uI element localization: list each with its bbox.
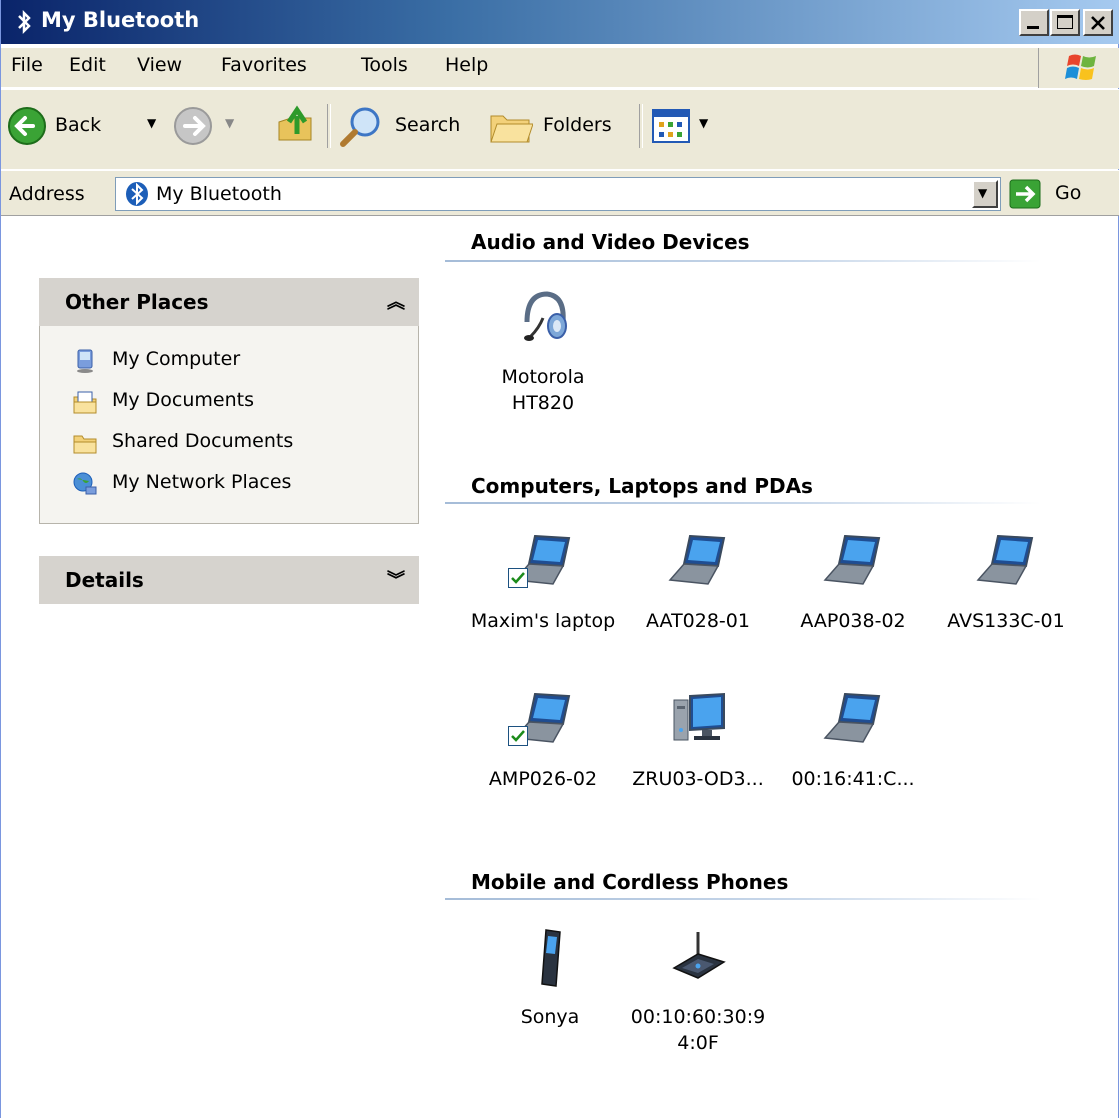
collapse-chevron-icon[interactable]: ︽ <box>387 288 405 314</box>
other-places-panel: My Computer My Documents Shared Document… <box>39 326 419 524</box>
place-label: My Documents <box>112 389 255 411</box>
windows-logo <box>1038 48 1119 88</box>
go-button[interactable]: Go <box>1007 177 1107 211</box>
laptop-icon <box>976 534 1034 585</box>
search-label: Search <box>395 114 461 136</box>
device-label-line: 00:10:60:30:9 <box>630 1006 766 1028</box>
computer-icon <box>77 349 93 373</box>
address-bar: Address My Bluetooth ▼ Go <box>1 170 1119 216</box>
other-places-title: Other Places <box>65 290 209 314</box>
toolbar-separator <box>327 104 331 148</box>
device-label: Sonya <box>520 1006 580 1028</box>
mobile-phone-icon <box>541 929 561 987</box>
go-arrow-icon <box>1009 179 1041 209</box>
headset-icon <box>524 291 567 341</box>
close-icon <box>1091 16 1105 30</box>
minimize-button[interactable] <box>1019 9 1049 36</box>
menu-edit[interactable]: Edit <box>69 54 106 76</box>
go-label: Go <box>1055 182 1082 204</box>
address-value: My Bluetooth <box>156 183 282 205</box>
maximize-button[interactable] <box>1050 9 1080 36</box>
device-label: Motorola HT820 <box>468 364 618 416</box>
close-button[interactable] <box>1083 9 1113 36</box>
views-button[interactable]: ▼ <box>651 104 723 148</box>
forward-dropdown-icon[interactable]: ▼ <box>225 116 234 130</box>
device-label: AAP038-02 <box>800 610 906 632</box>
device-label: AVS133C-01 <box>947 610 1065 632</box>
views-dropdown-icon[interactable]: ▼ <box>699 116 708 130</box>
access-point-icon <box>672 932 726 979</box>
device-label: Maxim's laptop <box>470 610 616 632</box>
details-header[interactable]: Details ︾ <box>39 556 419 604</box>
up-folder-button[interactable] <box>275 104 317 148</box>
place-label: My Computer <box>112 348 241 370</box>
group-divider <box>445 898 1041 900</box>
bluetooth-icon <box>18 9 31 35</box>
menu-help[interactable]: Help <box>445 54 488 76</box>
group-divider <box>445 260 1041 262</box>
connected-check-icon <box>508 568 528 588</box>
group-divider <box>445 502 1041 504</box>
connected-check-icon <box>508 726 528 746</box>
device-label: ZRU03-OD3... <box>632 768 764 790</box>
standard-toolbar: Back ▼ ▼ Search Folders ▼ <box>1 89 1119 169</box>
device-label-line: 4:0F <box>677 1032 719 1054</box>
address-dropdown-button[interactable]: ▼ <box>972 180 998 208</box>
place-label: Shared Documents <box>112 430 294 452</box>
details-title: Details <box>65 568 144 592</box>
menu-favorites[interactable]: Favorites <box>221 54 307 76</box>
folders-button[interactable]: Folders <box>489 104 629 148</box>
desktop-icon <box>673 692 725 741</box>
back-dropdown-icon[interactable]: ▼ <box>147 116 156 130</box>
other-places-header[interactable]: Other Places ︽ <box>39 278 419 326</box>
explorer-window: My Bluetooth File Edit View Favorites To… <box>0 0 1119 1118</box>
search-button[interactable]: Search <box>339 104 469 148</box>
chevron-down-icon: ▼ <box>978 186 988 200</box>
back-label: Back <box>55 114 102 136</box>
address-field[interactable]: My Bluetooth ▼ <box>115 177 1001 211</box>
forward-arrow-icon <box>174 107 212 145</box>
laptop-icon <box>668 534 726 585</box>
menu-view[interactable]: View <box>137 54 182 76</box>
group-title-phones: Mobile and Cordless Phones <box>471 870 789 894</box>
folders-icon <box>490 115 533 143</box>
up-folder-icon <box>278 105 312 141</box>
documents-icon <box>73 391 97 414</box>
back-button[interactable]: Back ▼ <box>7 104 167 148</box>
group-title-audio: Audio and Video Devices <box>471 230 750 254</box>
device-label: 00:10:60:30:9 4:0F <box>623 1004 773 1056</box>
menu-bar: File Edit View Favorites Tools Help <box>1 48 1119 88</box>
network-icon <box>73 472 97 495</box>
views-icon <box>652 109 690 143</box>
folder-icon <box>73 435 97 454</box>
group-title-computers: Computers, Laptops and PDAs <box>471 474 813 498</box>
title-bar[interactable]: My Bluetooth <box>1 0 1119 44</box>
bluetooth-icon <box>126 182 148 206</box>
device-label-line: Motorola <box>501 366 585 388</box>
toolbar-separator <box>639 104 643 148</box>
device-label-line: HT820 <box>511 392 575 414</box>
forward-button[interactable]: ▼ <box>173 104 243 148</box>
back-arrow-icon <box>8 107 46 145</box>
window-title: My Bluetooth <box>41 8 200 32</box>
address-label: Address <box>9 183 85 205</box>
menu-file[interactable]: File <box>11 54 43 76</box>
menu-tools[interactable]: Tools <box>361 54 408 76</box>
device-label: AAT028-01 <box>646 610 750 632</box>
device-label: 00:16:41:C... <box>791 768 915 790</box>
laptop-icon <box>823 534 881 585</box>
folders-label: Folders <box>543 114 612 136</box>
device-label: AMP026-02 <box>488 768 598 790</box>
place-label: My Network Places <box>112 471 292 493</box>
laptop-icon <box>823 692 881 743</box>
search-icon <box>340 107 380 147</box>
windows-flag-icon <box>1065 54 1096 80</box>
expand-chevron-icon[interactable]: ︾ <box>387 566 405 592</box>
